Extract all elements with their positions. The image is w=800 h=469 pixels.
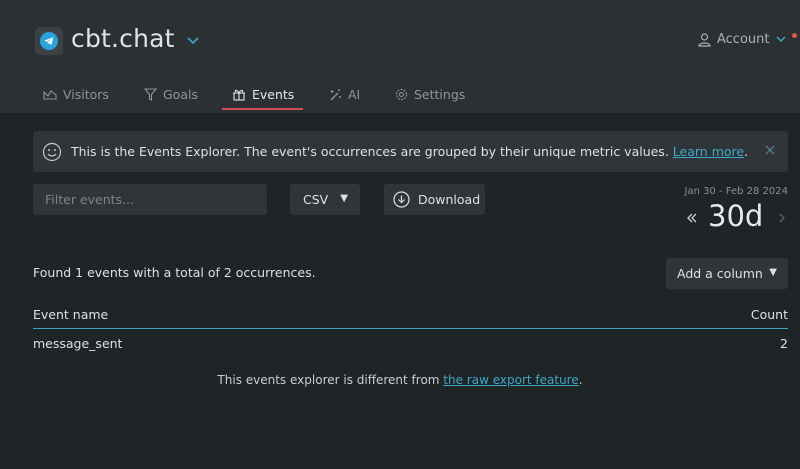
column-header-count[interactable]: Count [751, 307, 788, 322]
filter-events-input[interactable] [33, 184, 267, 215]
magic-wand-icon [330, 89, 341, 101]
chevron-down-icon [776, 36, 785, 42]
chevron-right-icon[interactable] [778, 212, 786, 224]
add-column-label: Add a column [677, 266, 763, 281]
telegram-logo-icon[interactable] [35, 27, 63, 55]
date-range: Jan 30 - Feb 28 2024 [684, 186, 788, 197]
top-header: cbt.chat Account Visitors Goals Events A… [0, 0, 800, 113]
active-tab-indicator [222, 108, 303, 110]
download-label: Download [418, 192, 481, 207]
close-icon[interactable] [764, 144, 776, 156]
tab-label: Visitors [63, 87, 109, 102]
gear-icon [395, 88, 408, 101]
user-icon [698, 32, 711, 47]
table-cell-count: 2 [780, 336, 788, 351]
banner-suffix: . [744, 144, 749, 159]
tab-label: Goals [163, 87, 198, 102]
download-icon [393, 191, 410, 208]
table-header-divider [33, 328, 788, 329]
footnote-suffix: . [578, 373, 583, 387]
tab-label: AI [348, 87, 361, 102]
column-header-event-name[interactable]: Event name [33, 307, 108, 322]
events-icon [233, 89, 245, 101]
caret-down-icon: ▼ [340, 193, 348, 204]
tab-label: Events [252, 87, 295, 102]
export-format-value: CSV [303, 192, 329, 207]
tab-visitors[interactable]: Visitors [43, 87, 109, 113]
add-column-button[interactable]: Add a column ▼ [666, 258, 788, 289]
funnel-icon [144, 88, 157, 101]
banner-text: This is the Events Explorer. The event's… [71, 144, 669, 159]
smiley-icon [42, 142, 62, 161]
export-format-select[interactable]: CSV ▼ [290, 184, 360, 215]
info-banner: This is the Events Explorer. The event's… [33, 131, 788, 172]
chevron-down-icon[interactable] [186, 36, 200, 46]
account-menu[interactable]: Account [698, 32, 786, 47]
table-cell-event-name[interactable]: message_sent [33, 336, 122, 351]
app-title[interactable]: cbt.chat [71, 24, 175, 53]
download-button[interactable]: Download [384, 184, 485, 215]
footnote-text: This events explorer is different from [217, 373, 444, 387]
account-label: Account [717, 32, 770, 47]
footnote: This events explorer is different from t… [0, 373, 800, 387]
tab-label: Settings [414, 87, 466, 102]
raw-export-link[interactable]: the raw export feature [443, 373, 578, 387]
learn-more-link[interactable]: Learn more [673, 144, 744, 159]
visitors-icon [43, 90, 57, 100]
caret-down-icon: ▼ [769, 267, 777, 278]
chevron-left-icon[interactable] [686, 212, 698, 224]
results-summary: Found 1 events with a total of 2 occurre… [33, 265, 316, 280]
period-selector: 30d [686, 199, 790, 237]
period-label[interactable]: 30d [708, 199, 763, 233]
tab-settings[interactable]: Settings [395, 87, 465, 113]
tab-ai[interactable]: AI [328, 87, 360, 113]
notification-dot [792, 33, 797, 38]
tab-goals[interactable]: Goals [144, 87, 198, 113]
